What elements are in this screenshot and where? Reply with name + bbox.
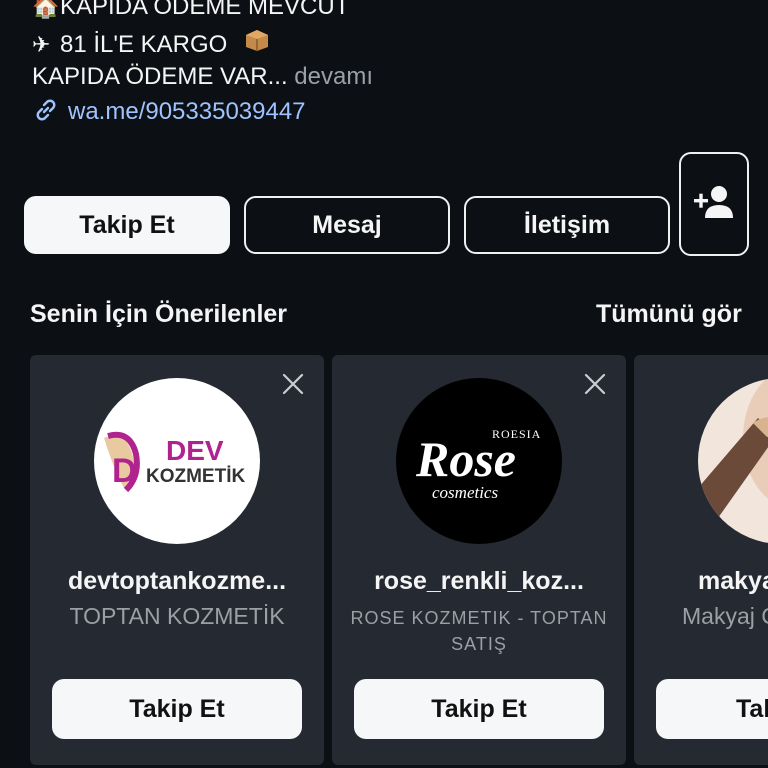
suggestion-subtitle: Makyaj Ç: [682, 603, 768, 629]
logo-text-cosmetics: cosmetics: [432, 483, 498, 502]
card-follow-button[interactable]: Takip Et: [52, 679, 302, 739]
suggested-users-button[interactable]: [679, 152, 749, 256]
close-icon[interactable]: [280, 371, 306, 397]
suggestion-subtitle: ROSE KOZMETIK - TOPTAN SATIŞ: [350, 608, 608, 654]
close-icon[interactable]: [582, 371, 608, 397]
suggestion-card[interactable]: makya Makyaj Ç Tak: [634, 355, 768, 765]
suggestion-card[interactable]: ROESIA Rose cosmetics rose_renkli_koz...…: [332, 355, 626, 765]
see-all-link[interactable]: Tümünü gör: [596, 300, 742, 329]
avatar[interactable]: [698, 378, 768, 544]
airplane-icon: ✈: [32, 32, 51, 57]
logo-text-dev: DEV: [166, 435, 224, 466]
card-follow-button[interactable]: Tak: [656, 679, 768, 739]
contact-button[interactable]: İletişim: [464, 196, 670, 254]
card-follow-button[interactable]: Takip Et: [354, 679, 604, 739]
bio-line-shipping: ✈ 81 İL'E KARGO: [32, 28, 272, 60]
logo-initial: D: [112, 452, 137, 490]
link-icon: [32, 96, 68, 127]
package-icon: [244, 28, 272, 60]
suggestion-username[interactable]: devtoptankozme...: [30, 567, 324, 596]
add-person-icon: [692, 184, 736, 225]
avatar[interactable]: D DEV KOZMETİK: [94, 378, 260, 544]
house-icon: 🏠: [32, 0, 60, 19]
avatar[interactable]: ROESIA Rose cosmetics: [396, 378, 562, 544]
see-more-link[interactable]: devamı: [288, 63, 373, 90]
suggestion-username[interactable]: rose_renkli_koz...: [332, 567, 626, 596]
logo-text-rose: Rose: [415, 431, 516, 487]
suggestion-username[interactable]: makya: [698, 567, 768, 596]
suggestions-title: Senin İçin Önerilenler: [30, 300, 288, 328]
suggestion-card[interactable]: D DEV KOZMETİK devtoptankozme... TOPTAN …: [30, 355, 324, 765]
follow-button[interactable]: Takip Et: [24, 196, 230, 254]
suggestion-subtitle: TOPTAN KOZMETİK: [69, 603, 285, 629]
bio-line-truncated: KAPIDA ÖDEME VAR... devamı: [32, 63, 373, 90]
message-button[interactable]: Mesaj: [244, 196, 450, 254]
bio-line-cash-on-delivery: 🏠KAPIDA ÖDEME MEVCUT: [32, 0, 349, 22]
logo-text-kozmetik: KOZMETİK: [146, 466, 245, 487]
whatsapp-link[interactable]: wa.me/905335039447: [32, 96, 306, 127]
